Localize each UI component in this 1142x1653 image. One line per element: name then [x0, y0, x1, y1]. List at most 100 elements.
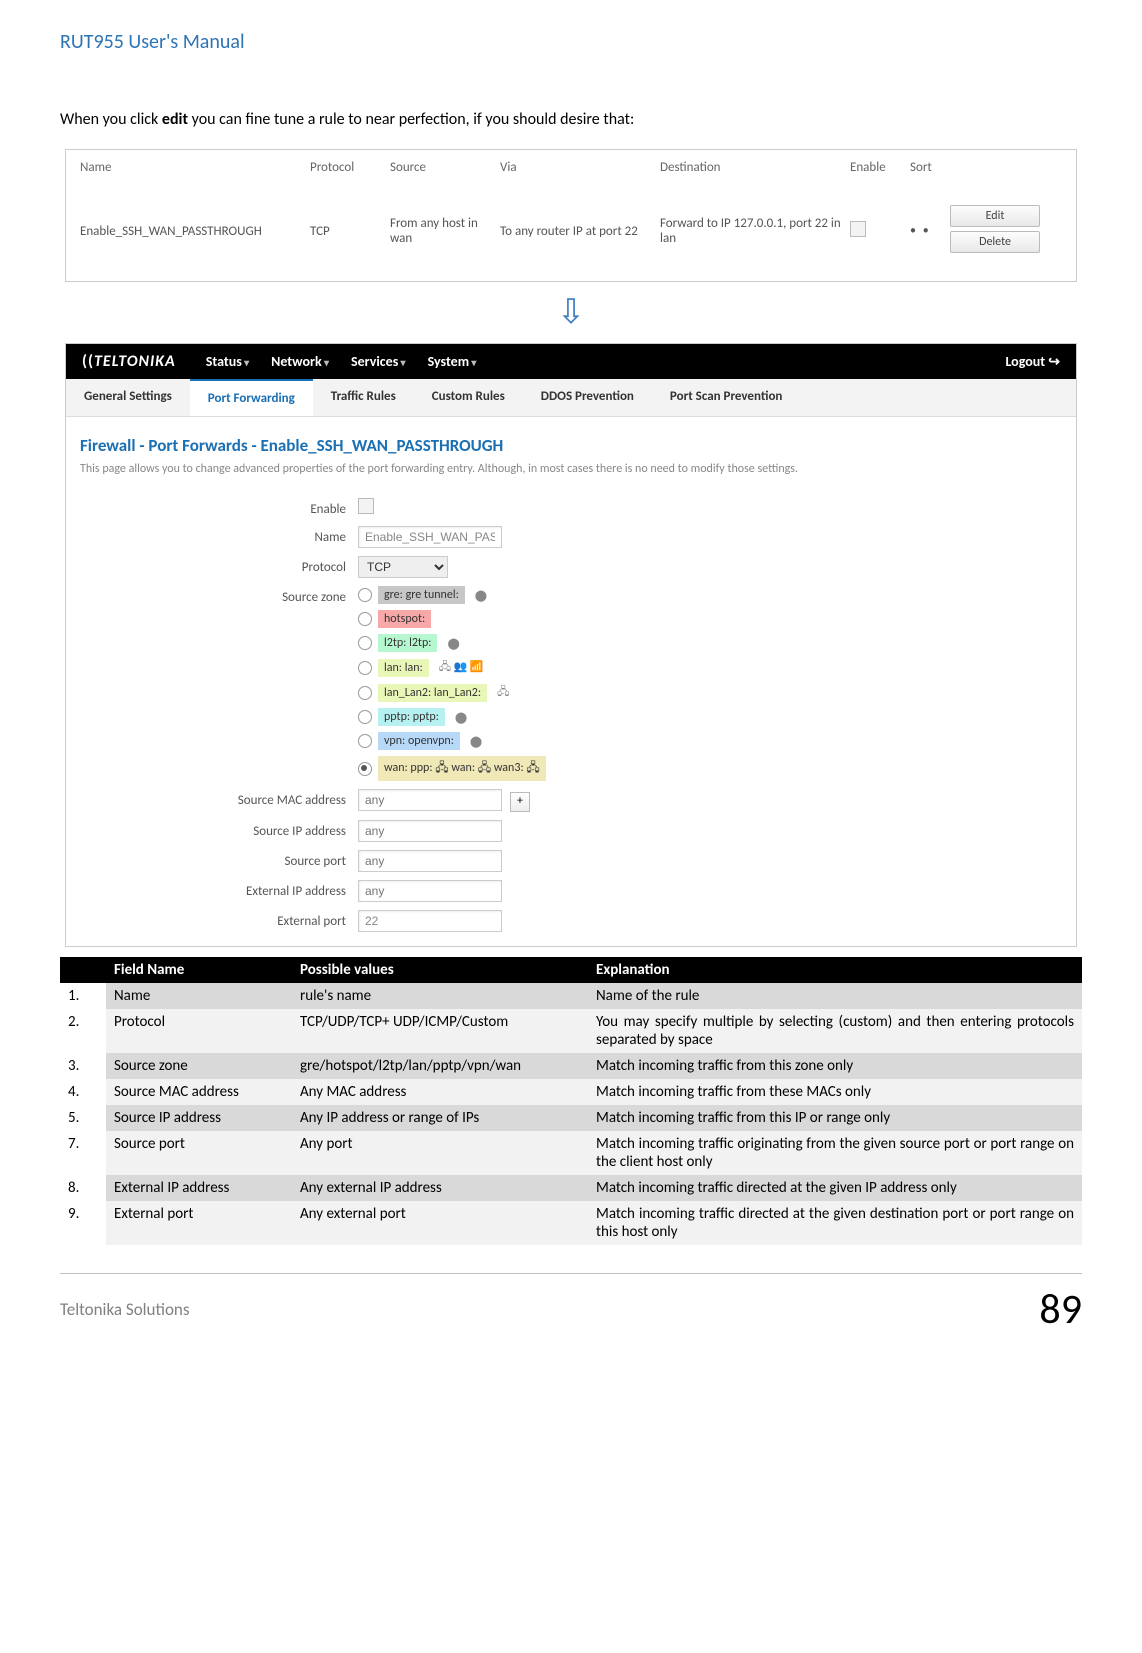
add-mac-button[interactable]: +	[510, 792, 530, 812]
row-possible: Any external port	[292, 1201, 588, 1245]
th-field-name: Field Name	[106, 957, 292, 983]
zone-label: gre: gre tunnel:	[378, 586, 465, 604]
row-field: External IP address	[106, 1175, 292, 1201]
source-mac-input[interactable]	[358, 789, 502, 811]
table-row: 3.Source zonegre/hotspot/l2tp/lan/pptp/v…	[60, 1053, 1082, 1079]
down-arrow-icon: ⇩	[60, 292, 1082, 333]
menu-network[interactable]: Network	[271, 353, 329, 370]
delete-button[interactable]: Delete	[950, 231, 1040, 253]
row-possible: Any MAC address	[292, 1079, 588, 1105]
col-destination: Destination	[660, 160, 850, 175]
row-field: Protocol	[106, 1009, 292, 1053]
zone-radio[interactable]	[358, 710, 372, 724]
table-row: 2.ProtocolTCP/UDP/TCP+ UDP/ICMP/CustomYo…	[60, 1009, 1082, 1053]
rule-name: Enable_SSH_WAN_PASSTHROUGH	[80, 224, 310, 239]
row-explanation: Match incoming traffic directed at the g…	[588, 1201, 1082, 1245]
zone-option[interactable]: vpn: openvpn: ⬤	[358, 732, 1076, 750]
zone-label: wan: ppp: 🖧 wan: 🖧 wan3: 🖧	[378, 756, 546, 781]
zone-icons: ⬤	[447, 637, 459, 650]
zone-option[interactable]: pptp: pptp:⬤	[358, 708, 1076, 726]
zone-radio[interactable]	[358, 588, 372, 602]
menu-services[interactable]: Services	[351, 353, 406, 370]
zone-radio[interactable]	[358, 636, 372, 650]
enable-checkbox[interactable]	[358, 498, 374, 514]
row-possible: gre/hotspot/l2tp/lan/pptp/vpn/wan	[292, 1053, 588, 1079]
table-row: 1.Namerule's nameName of the rule	[60, 983, 1082, 1009]
table-row: 4.Source MAC addressAny MAC addressMatch…	[60, 1079, 1082, 1105]
tab-bar: General Settings Port Forwarding Traffic…	[66, 379, 1076, 417]
col-sort: Sort	[910, 160, 950, 175]
tab-ddos-prevention[interactable]: DDOS Prevention	[523, 379, 652, 416]
rule-enable-checkbox[interactable]	[850, 221, 910, 241]
row-number: 9.	[60, 1201, 106, 1245]
row-field: External port	[106, 1201, 292, 1245]
protocol-select[interactable]: TCP	[358, 556, 448, 578]
source-port-input[interactable]	[358, 850, 502, 872]
zone-label: vpn: openvpn:	[378, 732, 460, 750]
zone-option[interactable]: lan: lan: 🖧 👥 📶	[358, 658, 1076, 677]
row-explanation: Match incoming traffic from this zone on…	[588, 1053, 1082, 1079]
row-explanation: Match incoming traffic from this IP or r…	[588, 1105, 1082, 1131]
zone-radio[interactable]	[358, 762, 372, 776]
col-enable: Enable	[850, 160, 910, 175]
external-ip-input[interactable]	[358, 880, 502, 902]
zone-label: hotspot:	[378, 610, 431, 628]
row-explanation: Match incoming traffic originating from …	[588, 1131, 1082, 1175]
rule-destination: Forward to IP 127.0.0.1, port 22 in lan	[660, 216, 850, 246]
table-header-row: Field Name Possible values Explanation	[60, 957, 1082, 983]
row-explanation: Match incoming traffic directed at the g…	[588, 1175, 1082, 1201]
page-note: This page allows you to change advanced …	[66, 462, 1076, 494]
name-input[interactable]	[358, 526, 502, 548]
zone-option[interactable]: l2tp: l2tp: ⬤	[358, 634, 1076, 652]
source-ip-input[interactable]	[358, 820, 502, 842]
rule-sort-handle[interactable]: • •	[910, 224, 950, 238]
row-possible: Any external IP address	[292, 1175, 588, 1201]
row-number: 5.	[60, 1105, 106, 1131]
page-title: Firewall - Port Forwards - Enable_SSH_WA…	[66, 417, 1076, 462]
row-number: 2.	[60, 1009, 106, 1053]
logo: ((TELTONIKA	[82, 352, 176, 371]
zone-label: l2tp: l2tp:	[378, 634, 437, 652]
label-source-zone: Source zone	[66, 586, 358, 605]
row-number: 1.	[60, 983, 106, 1009]
zone-radio[interactable]	[358, 612, 372, 626]
row-field: Name	[106, 983, 292, 1009]
tab-general-settings[interactable]: General Settings	[66, 379, 190, 416]
external-port-input[interactable]	[358, 910, 502, 932]
tab-custom-rules[interactable]: Custom Rules	[414, 379, 523, 416]
page-number: 89	[1039, 1284, 1082, 1335]
tab-port-forwarding[interactable]: Port Forwarding	[190, 379, 313, 416]
row-field: Source zone	[106, 1053, 292, 1079]
row-explanation: You may specify multiple by selecting (c…	[588, 1009, 1082, 1053]
zone-label: pptp: pptp:	[378, 708, 445, 726]
table-row: 5.Source IP addressAny IP address or ran…	[60, 1105, 1082, 1131]
menu-system[interactable]: System	[428, 353, 477, 370]
zone-radio[interactable]	[358, 661, 372, 675]
rule-source: From any host in wan	[390, 216, 500, 246]
zone-option[interactable]: gre: gre tunnel: ⬤	[358, 586, 1076, 604]
edit-button[interactable]: Edit	[950, 205, 1040, 227]
tab-port-scan-prevention[interactable]: Port Scan Prevention	[652, 379, 801, 416]
row-possible: rule's name	[292, 983, 588, 1009]
zone-icons: 🖧 👥 📶	[439, 658, 484, 677]
row-explanation: Name of the rule	[588, 983, 1082, 1009]
intro-suffix: you can fine tune a rule to near perfect…	[188, 110, 634, 129]
tab-traffic-rules[interactable]: Traffic Rules	[313, 379, 414, 416]
label-name: Name	[66, 526, 358, 545]
row-number: 7.	[60, 1131, 106, 1175]
zone-radio[interactable]	[358, 734, 372, 748]
logout-link[interactable]: Logout	[1005, 353, 1060, 370]
zone-icons: ⬤	[475, 589, 487, 602]
zone-option[interactable]: lan_Lan2: lan_Lan2:🖧	[358, 683, 1076, 702]
th-blank	[60, 957, 106, 983]
zone-label: lan: lan:	[378, 659, 429, 677]
menu-status[interactable]: Status	[206, 353, 249, 370]
table-row: 7.Source portAny portMatch incoming traf…	[60, 1131, 1082, 1175]
zone-option[interactable]: hotspot:	[358, 610, 1076, 628]
zone-radio[interactable]	[358, 686, 372, 700]
row-number: 4.	[60, 1079, 106, 1105]
zone-icons: ⬤	[470, 735, 482, 748]
zone-option[interactable]: wan: ppp: 🖧 wan: 🖧 wan3: 🖧	[358, 756, 1076, 781]
intro-prefix: When you click	[60, 110, 162, 129]
row-number: 3.	[60, 1053, 106, 1079]
